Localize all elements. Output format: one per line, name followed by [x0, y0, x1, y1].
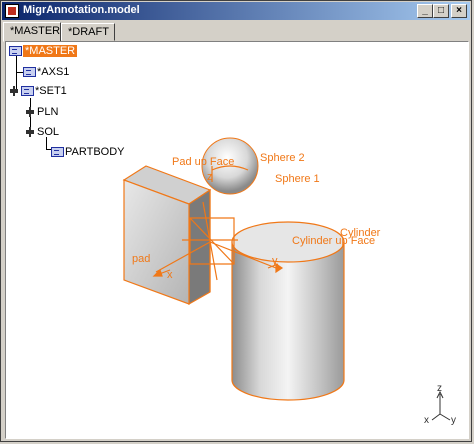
label-axis-y: y [272, 255, 278, 267]
triad-label-x: x [424, 415, 429, 426]
scene-3d[interactable]: Pad up Face Sphere 2 Sphere 1 Cylinder C… [6, 42, 468, 438]
model-viewport[interactable]: *MASTER *AXS1 *SET1 PLN SOL PARTBODY Pad… [5, 41, 469, 439]
triad-label-z: z [437, 383, 442, 394]
label-pad-up-face[interactable]: Pad up Face [172, 156, 234, 168]
tab-master[interactable]: *MASTER [3, 22, 61, 42]
label-sphere-2[interactable]: Sphere 2 [260, 152, 305, 164]
triad-label-y: y [451, 415, 456, 426]
label-axis-x: x [167, 269, 173, 281]
cylinder-body[interactable] [231, 221, 345, 401]
label-pad[interactable]: pad [132, 253, 150, 265]
pad-body[interactable] [122, 165, 212, 306]
title-bar[interactable]: MigrAnnotation.model _ □ × [2, 2, 470, 20]
app-icon[interactable] [5, 4, 19, 18]
label-cylinder-up-face[interactable]: Cylinder up Face [292, 235, 375, 247]
tab-draft[interactable]: *DRAFT [61, 23, 115, 41]
close-button[interactable]: × [451, 4, 467, 18]
window-title: MigrAnnotation.model [23, 4, 140, 16]
label-axis-z: z [207, 171, 213, 183]
minimize-button[interactable]: _ [417, 4, 433, 18]
view-triad[interactable] [431, 390, 451, 421]
label-sphere-1[interactable]: Sphere 1 [275, 173, 320, 185]
model-window: MigrAnnotation.model _ □ × *MASTER *DRAF… [0, 0, 472, 442]
maximize-button[interactable]: □ [433, 4, 449, 18]
